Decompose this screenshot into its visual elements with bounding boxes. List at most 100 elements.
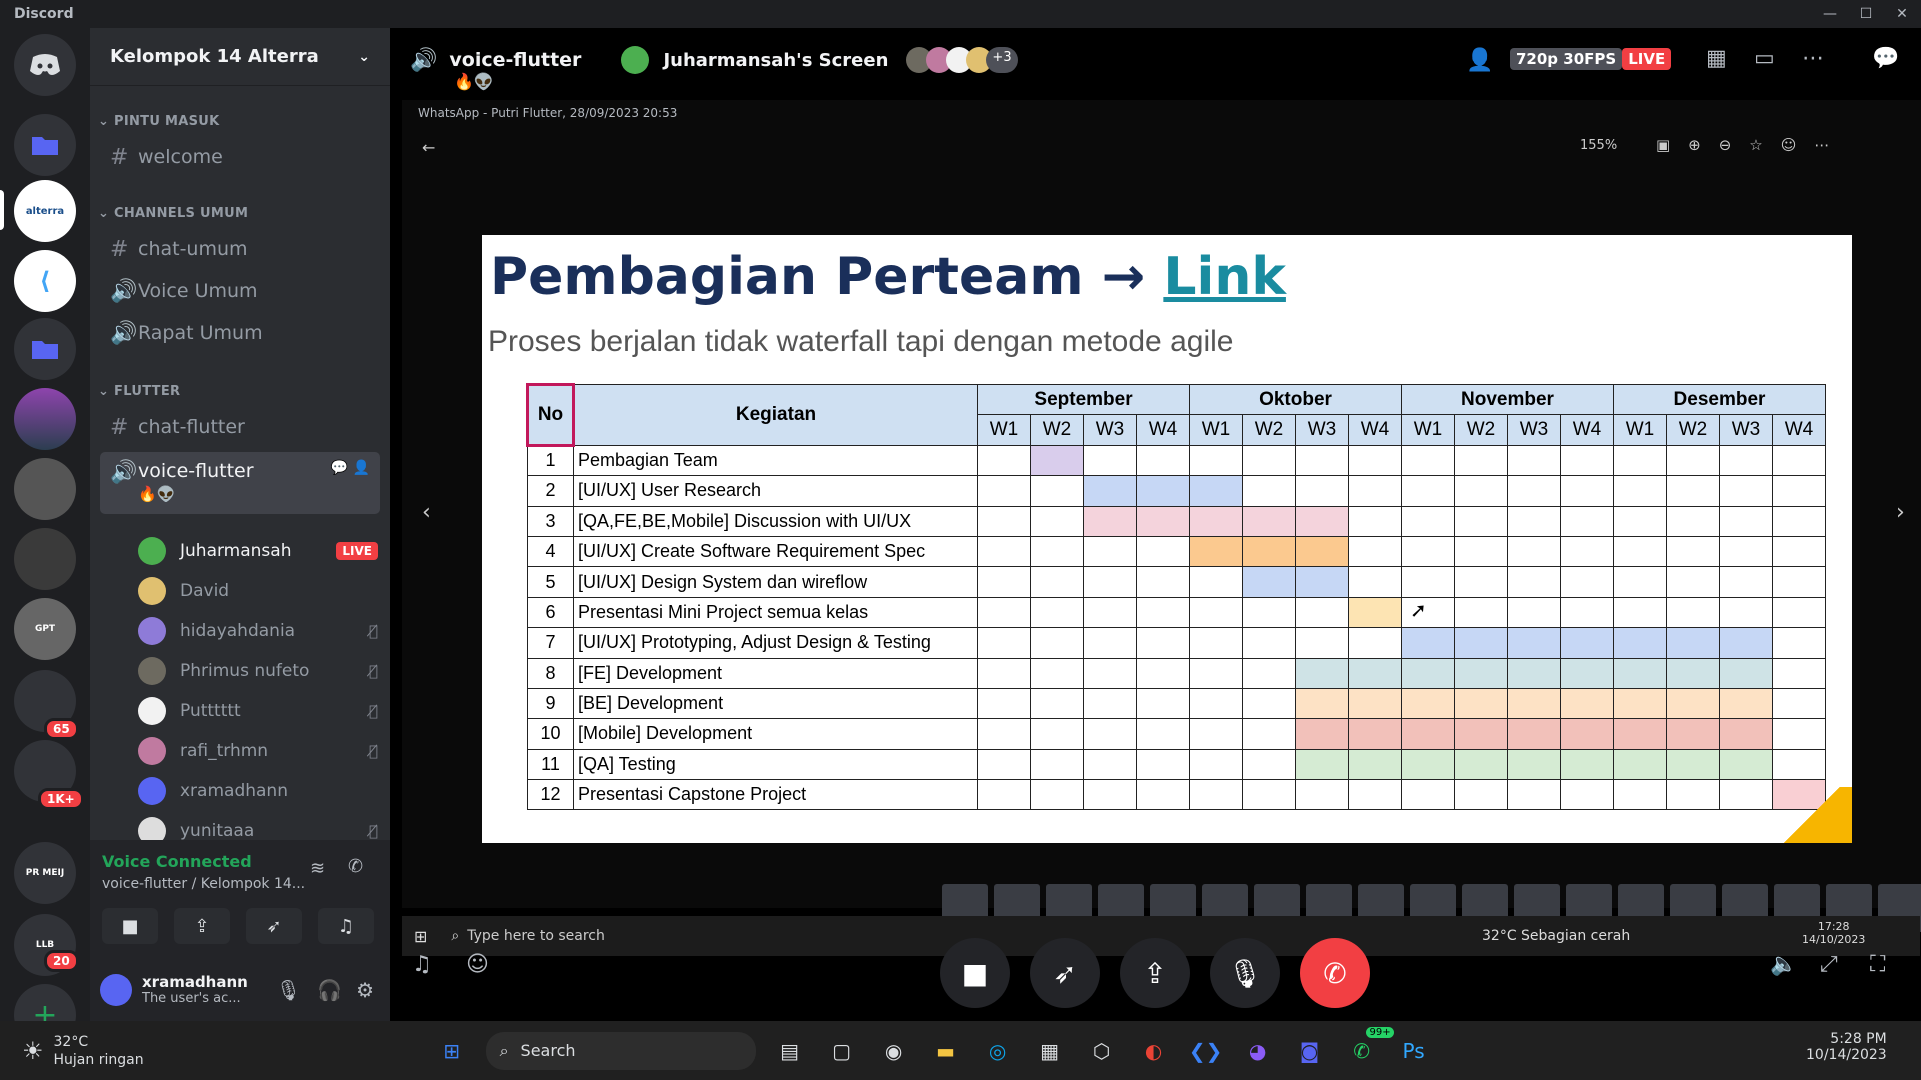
week-cell: [1136, 657, 1190, 689]
member-item[interactable]: xramadhann: [138, 773, 378, 809]
minimize-icon[interactable]: —: [1812, 0, 1848, 28]
member-item[interactable]: hidayahdania 🎙̸: [138, 613, 378, 649]
popout-icon[interactable]: ▭: [1754, 46, 1775, 71]
server-flutter[interactable]: ⟨: [14, 250, 76, 312]
extra-viewers: +3: [986, 47, 1018, 73]
channel-voice-flutter[interactable]: 🔊 voice-flutter 🔥👽 💬 👤: [100, 452, 380, 514]
headphones-icon[interactable]: 🎧: [317, 978, 342, 1002]
store-icon[interactable]: ▦: [1032, 1033, 1068, 1069]
member-item[interactable]: rafi_trhmn 🎙̸: [138, 733, 378, 769]
volume-icon[interactable]: 🔈: [1770, 952, 1797, 977]
channel-chat-umum[interactable]: # chat-umum: [100, 230, 380, 268]
week-cell: [1083, 505, 1137, 537]
disconnect-icon[interactable]: ✆: [348, 856, 363, 877]
edge-icon[interactable]: ◎: [980, 1033, 1016, 1069]
viewer-toolbar-icons[interactable]: ▣⊕⊖☆☺⋯: [1656, 136, 1847, 154]
next-arrow-icon[interactable]: ›: [1896, 500, 1905, 525]
task-view-icon[interactable]: ▤: [772, 1033, 808, 1069]
channel-voice-umum[interactable]: 🔊 Voice Umum: [100, 272, 380, 310]
voice-location[interactable]: voice-flutter / Kelompok 14...: [102, 876, 305, 892]
server-avatar[interactable]: [14, 528, 76, 590]
discord-taskbar-icon[interactable]: ◙: [1292, 1033, 1328, 1069]
week-header: W4: [1348, 414, 1402, 446]
row-number: 4: [527, 535, 574, 568]
chrome-icon[interactable]: ◐: [1136, 1033, 1172, 1069]
camera-button[interactable]: ■: [102, 908, 158, 944]
prev-arrow-icon[interactable]: ‹: [422, 500, 431, 525]
category-flutter[interactable]: ⌄ FLUTTER: [98, 384, 180, 399]
camera-button[interactable]: ■: [940, 938, 1010, 1008]
server-avatar[interactable]: [14, 388, 76, 450]
member-item[interactable]: David: [138, 573, 378, 609]
table-row: 11 [QA] Testing: [527, 748, 1826, 781]
server-alterra[interactable]: alterra: [14, 180, 76, 242]
member-item[interactable]: Phrimus nufeto 🎙̸: [138, 653, 378, 689]
week-cell: [1242, 627, 1296, 659]
add-user-icon[interactable]: 👤: [1466, 48, 1493, 73]
microphone-icon[interactable]: 🎙: [276, 978, 301, 1002]
taskbar-search[interactable]: ⌕ Search: [485, 1031, 756, 1070]
table-row: 7 [UI/UX] Prototyping, Adjust Design & Te…: [527, 627, 1826, 659]
category-pintu-masuk[interactable]: ⌄ PINTU MASUK: [98, 114, 220, 129]
fullscreen-icon[interactable]: ⛶: [1870, 952, 1885, 977]
table-row: 10 [Mobile] Development: [527, 718, 1826, 750]
server-folder[interactable]: PR MEIJ: [14, 842, 76, 904]
whatsapp-icon[interactable]: ✆ 99+: [1344, 1026, 1394, 1069]
popout-icon[interactable]: ⤢: [1820, 952, 1838, 977]
photoshop-icon[interactable]: Ps: [1396, 1033, 1432, 1069]
week-cell: [1719, 627, 1773, 659]
back-arrow-icon[interactable]: ←: [422, 138, 435, 157]
week-cell: [1772, 627, 1826, 659]
discord-home-icon[interactable]: [14, 34, 76, 96]
screen-share-button[interactable]: ⇪: [174, 908, 230, 944]
member-item[interactable]: Putttttt 🎙̸: [138, 693, 378, 729]
week-cell: [1242, 779, 1296, 811]
week-cell: [1242, 596, 1296, 629]
vscode-icon[interactable]: ❮❯: [1188, 1033, 1224, 1069]
folder-icon[interactable]: ▬: [928, 1033, 964, 1069]
server-header[interactable]: Kelompok 14 Alterra ⌄: [90, 28, 390, 86]
channel-welcome[interactable]: # welcome: [100, 138, 380, 176]
soundboard-button[interactable]: ♫: [318, 908, 374, 944]
noise-suppression-icon[interactable]: ≋: [310, 858, 325, 879]
channel-rapat-umum[interactable]: 🔊 Rapat Umum: [100, 314, 380, 352]
microphone-button[interactable]: 🎙: [1210, 938, 1280, 1008]
avatar: [138, 737, 166, 765]
zoom-level[interactable]: 155%: [1580, 138, 1617, 153]
speaker-icon: 🔊: [110, 460, 138, 485]
emoji-icon[interactable]: ☺: [466, 952, 489, 977]
more-icon[interactable]: ⋯: [1802, 46, 1824, 71]
server-avatar[interactable]: [14, 458, 76, 520]
unity-icon[interactable]: ⬡: [1084, 1033, 1120, 1069]
close-icon[interactable]: ✕: [1884, 0, 1920, 28]
row-task: [QA,FE,BE,Mobile] Discussion with UI/UX: [573, 505, 978, 537]
chat-icon[interactable]: 💬: [1872, 46, 1899, 71]
server-gpt[interactable]: GPT: [14, 598, 76, 660]
member-item[interactable]: Juharmansah LIVE: [138, 533, 378, 569]
activity-button[interactable]: ➶: [246, 908, 302, 944]
maximize-icon[interactable]: ☐: [1848, 0, 1884, 28]
week-cell: [1560, 475, 1614, 507]
grid-view-icon[interactable]: ▦: [1706, 46, 1727, 71]
folder-icon[interactable]: [14, 114, 76, 176]
week-cell: [1136, 566, 1190, 598]
folder-icon[interactable]: [14, 318, 76, 380]
github-icon[interactable]: ◕: [1240, 1033, 1276, 1069]
end-call-button[interactable]: ✆: [1300, 938, 1370, 1008]
slide-link[interactable]: Link: [1163, 247, 1286, 307]
week-cell: [1348, 505, 1402, 537]
teams-icon[interactable]: ◉: [876, 1033, 912, 1069]
channel-chat-flutter[interactable]: # chat-flutter: [100, 408, 380, 446]
chat-icon[interactable]: 💬 👤: [331, 460, 370, 476]
screen-share-button[interactable]: ⇪: [1120, 938, 1190, 1008]
gear-icon[interactable]: ⚙: [356, 978, 374, 1002]
viewer-avatars[interactable]: +3: [906, 47, 1018, 73]
category-channels-umum[interactable]: ⌄ CHANNELS UMUM: [98, 206, 248, 221]
week-cell: [1295, 566, 1349, 598]
file-manager-icon[interactable]: ▢: [824, 1033, 860, 1069]
avatar[interactable]: [100, 973, 132, 1006]
activity-button[interactable]: ➶: [1030, 938, 1100, 1008]
windows-start-icon[interactable]: ⊞: [434, 1033, 470, 1069]
soundboard-icon[interactable]: ♫: [412, 952, 432, 977]
table-row: 5 [UI/UX] Design System dan wireflow: [527, 566, 1826, 598]
